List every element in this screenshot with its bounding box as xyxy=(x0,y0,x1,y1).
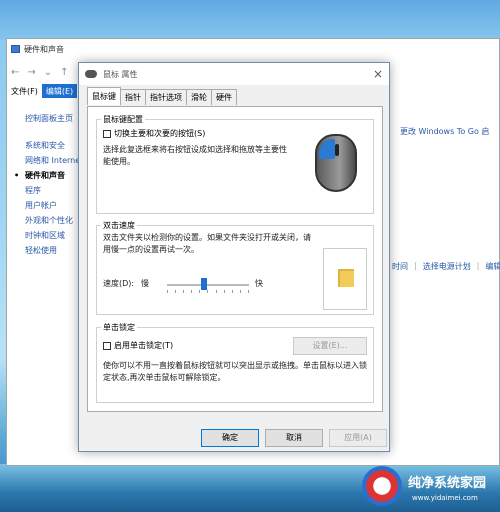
button-config-description: 选择此复选框来将右按钮设成如选择和拖放等主要性能使用。 xyxy=(103,145,287,166)
speed-slider-ticks xyxy=(167,290,249,293)
time-link[interactable]: 时间 xyxy=(392,261,408,272)
click-lock-box[interactable] xyxy=(103,341,111,350)
tab-wheel[interactable]: 滑轮 xyxy=(186,89,212,105)
cancel-button[interactable]: 取消 xyxy=(265,429,323,447)
switch-buttons-checkbox[interactable]: 切换主要和次要的按钮(S) xyxy=(103,128,205,139)
watermark-url: www.yidaimei.com xyxy=(412,494,478,502)
double-click-description: 双击文件夹以检测你的设置。如果文件夹没打开或关闭，请用慢一点的设置再试一次。 xyxy=(103,233,311,254)
close-icon[interactable]: × xyxy=(373,67,383,81)
mouse-properties-dialog: 鼠标 属性 × 鼠标键 指针 指针选项 滑轮 硬件 鼠标键配置 切换主要和次要的… xyxy=(78,62,390,452)
switch-buttons-box[interactable] xyxy=(103,129,111,138)
dialog-titlebar: 鼠标 属性 xyxy=(79,63,389,85)
watermark-brand: 纯净系统家园 xyxy=(408,476,487,491)
menu-bar: 文件(F) 编辑(E) xyxy=(7,84,78,98)
button-config-title: 鼠标键配置 xyxy=(101,114,145,125)
windows-to-go-link[interactable]: 更改 Windows To Go 启 xyxy=(400,126,489,137)
sidebar-item-hardware[interactable]: 硬件和声音 xyxy=(14,168,85,183)
double-click-group: 双击速度 双击文件夹以检测你的设置。如果文件夹没打开或关闭，请用慢一点的设置再试… xyxy=(96,220,374,315)
chevron-down-icon[interactable]: ⌄ xyxy=(44,67,52,78)
dialog-title: 鼠标 属性 xyxy=(103,69,138,79)
mouse-icon xyxy=(85,70,97,78)
forward-arrow-icon[interactable]: → xyxy=(27,67,35,78)
tab-panel: 鼠标键配置 切换主要和次要的按钮(S) 选择此复选框来将右按钮设成如选择和拖放等… xyxy=(87,106,383,412)
edit-link[interactable]: 编辑 xyxy=(485,261,500,272)
click-lock-description: 使你可以不用一直按着鼠标按钮就可以突出显示或拖拽。单击鼠标以进入锁定状态,再次单… xyxy=(103,361,367,382)
power-links: 时间 | 选择电源计划 | 编辑 xyxy=(392,261,500,272)
click-lock-label: 启用单击锁定(T) xyxy=(114,341,174,350)
desktop-sky xyxy=(0,0,500,40)
watermark-logo-icon xyxy=(362,466,402,506)
click-lock-checkbox[interactable]: 启用单击锁定(T) xyxy=(103,340,173,351)
test-folder-area[interactable] xyxy=(323,248,367,310)
control-panel-sidebar: 控制面板主页 系统和安全 网络和 Interne 硬件和声音 程序 用户帐户 外… xyxy=(14,111,85,258)
sidebar-item-clock[interactable]: 时钟和区域 xyxy=(25,228,85,243)
sidebar-item-home[interactable]: 控制面板主页 xyxy=(25,111,85,126)
dialog-tabs: 鼠标键 指针 指针选项 滑轮 硬件 xyxy=(87,87,237,105)
tab-hardware[interactable]: 硬件 xyxy=(211,89,237,105)
tab-pointer-options[interactable]: 指针选项 xyxy=(145,89,187,105)
click-lock-title: 单击锁定 xyxy=(101,322,137,333)
sidebar-item-network[interactable]: 网络和 Interne xyxy=(25,153,85,168)
speed-label: 速度(D): xyxy=(103,279,135,288)
control-panel-title: 硬件和声音 xyxy=(24,44,64,54)
up-arrow-icon[interactable]: ↑ xyxy=(60,67,68,78)
click-lock-settings-button[interactable]: 设置(E)... xyxy=(293,337,367,355)
sidebar-item-system[interactable]: 系统和安全 xyxy=(25,138,85,153)
mouse-illustration-icon xyxy=(315,134,357,192)
nav-buttons: ← → ⌄ ↑ xyxy=(11,63,69,81)
control-panel-icon xyxy=(11,45,20,53)
power-plan-link[interactable]: 选择电源计划 xyxy=(423,261,471,272)
tab-pointers[interactable]: 指针 xyxy=(120,89,146,105)
speed-slider-track[interactable] xyxy=(167,284,249,286)
switch-buttons-label: 切换主要和次要的按钮(S) xyxy=(114,129,206,138)
double-click-title: 双击速度 xyxy=(101,220,137,231)
tab-buttons[interactable]: 鼠标键 xyxy=(87,87,121,105)
control-panel-titlebar: 硬件和声音 xyxy=(7,39,499,59)
menu-file[interactable]: 文件(F) xyxy=(7,84,42,98)
folder-icon[interactable] xyxy=(338,269,354,287)
sidebar-item-ease[interactable]: 轻松使用 xyxy=(25,243,85,258)
sidebar-item-appearance[interactable]: 外观和个性化 xyxy=(25,213,85,228)
sidebar-item-users[interactable]: 用户帐户 xyxy=(25,198,85,213)
speed-slider-thumb[interactable] xyxy=(200,278,207,290)
speed-slow-label: 慢 xyxy=(141,279,149,288)
button-config-group: 鼠标键配置 切换主要和次要的按钮(S) 选择此复选框来将右按钮设成如选择和拖放等… xyxy=(96,114,374,214)
sidebar-item-programs[interactable]: 程序 xyxy=(25,183,85,198)
speed-fast-label: 快 xyxy=(255,279,263,288)
ok-button[interactable]: 确定 xyxy=(201,429,259,447)
apply-button[interactable]: 应用(A) xyxy=(329,429,387,447)
click-lock-group: 单击锁定 启用单击锁定(T) 设置(E)... 使你可以不用一直按着鼠标按钮就可… xyxy=(96,322,374,403)
back-arrow-icon[interactable]: ← xyxy=(11,67,19,78)
menu-edit[interactable]: 编辑(E) xyxy=(41,84,78,98)
